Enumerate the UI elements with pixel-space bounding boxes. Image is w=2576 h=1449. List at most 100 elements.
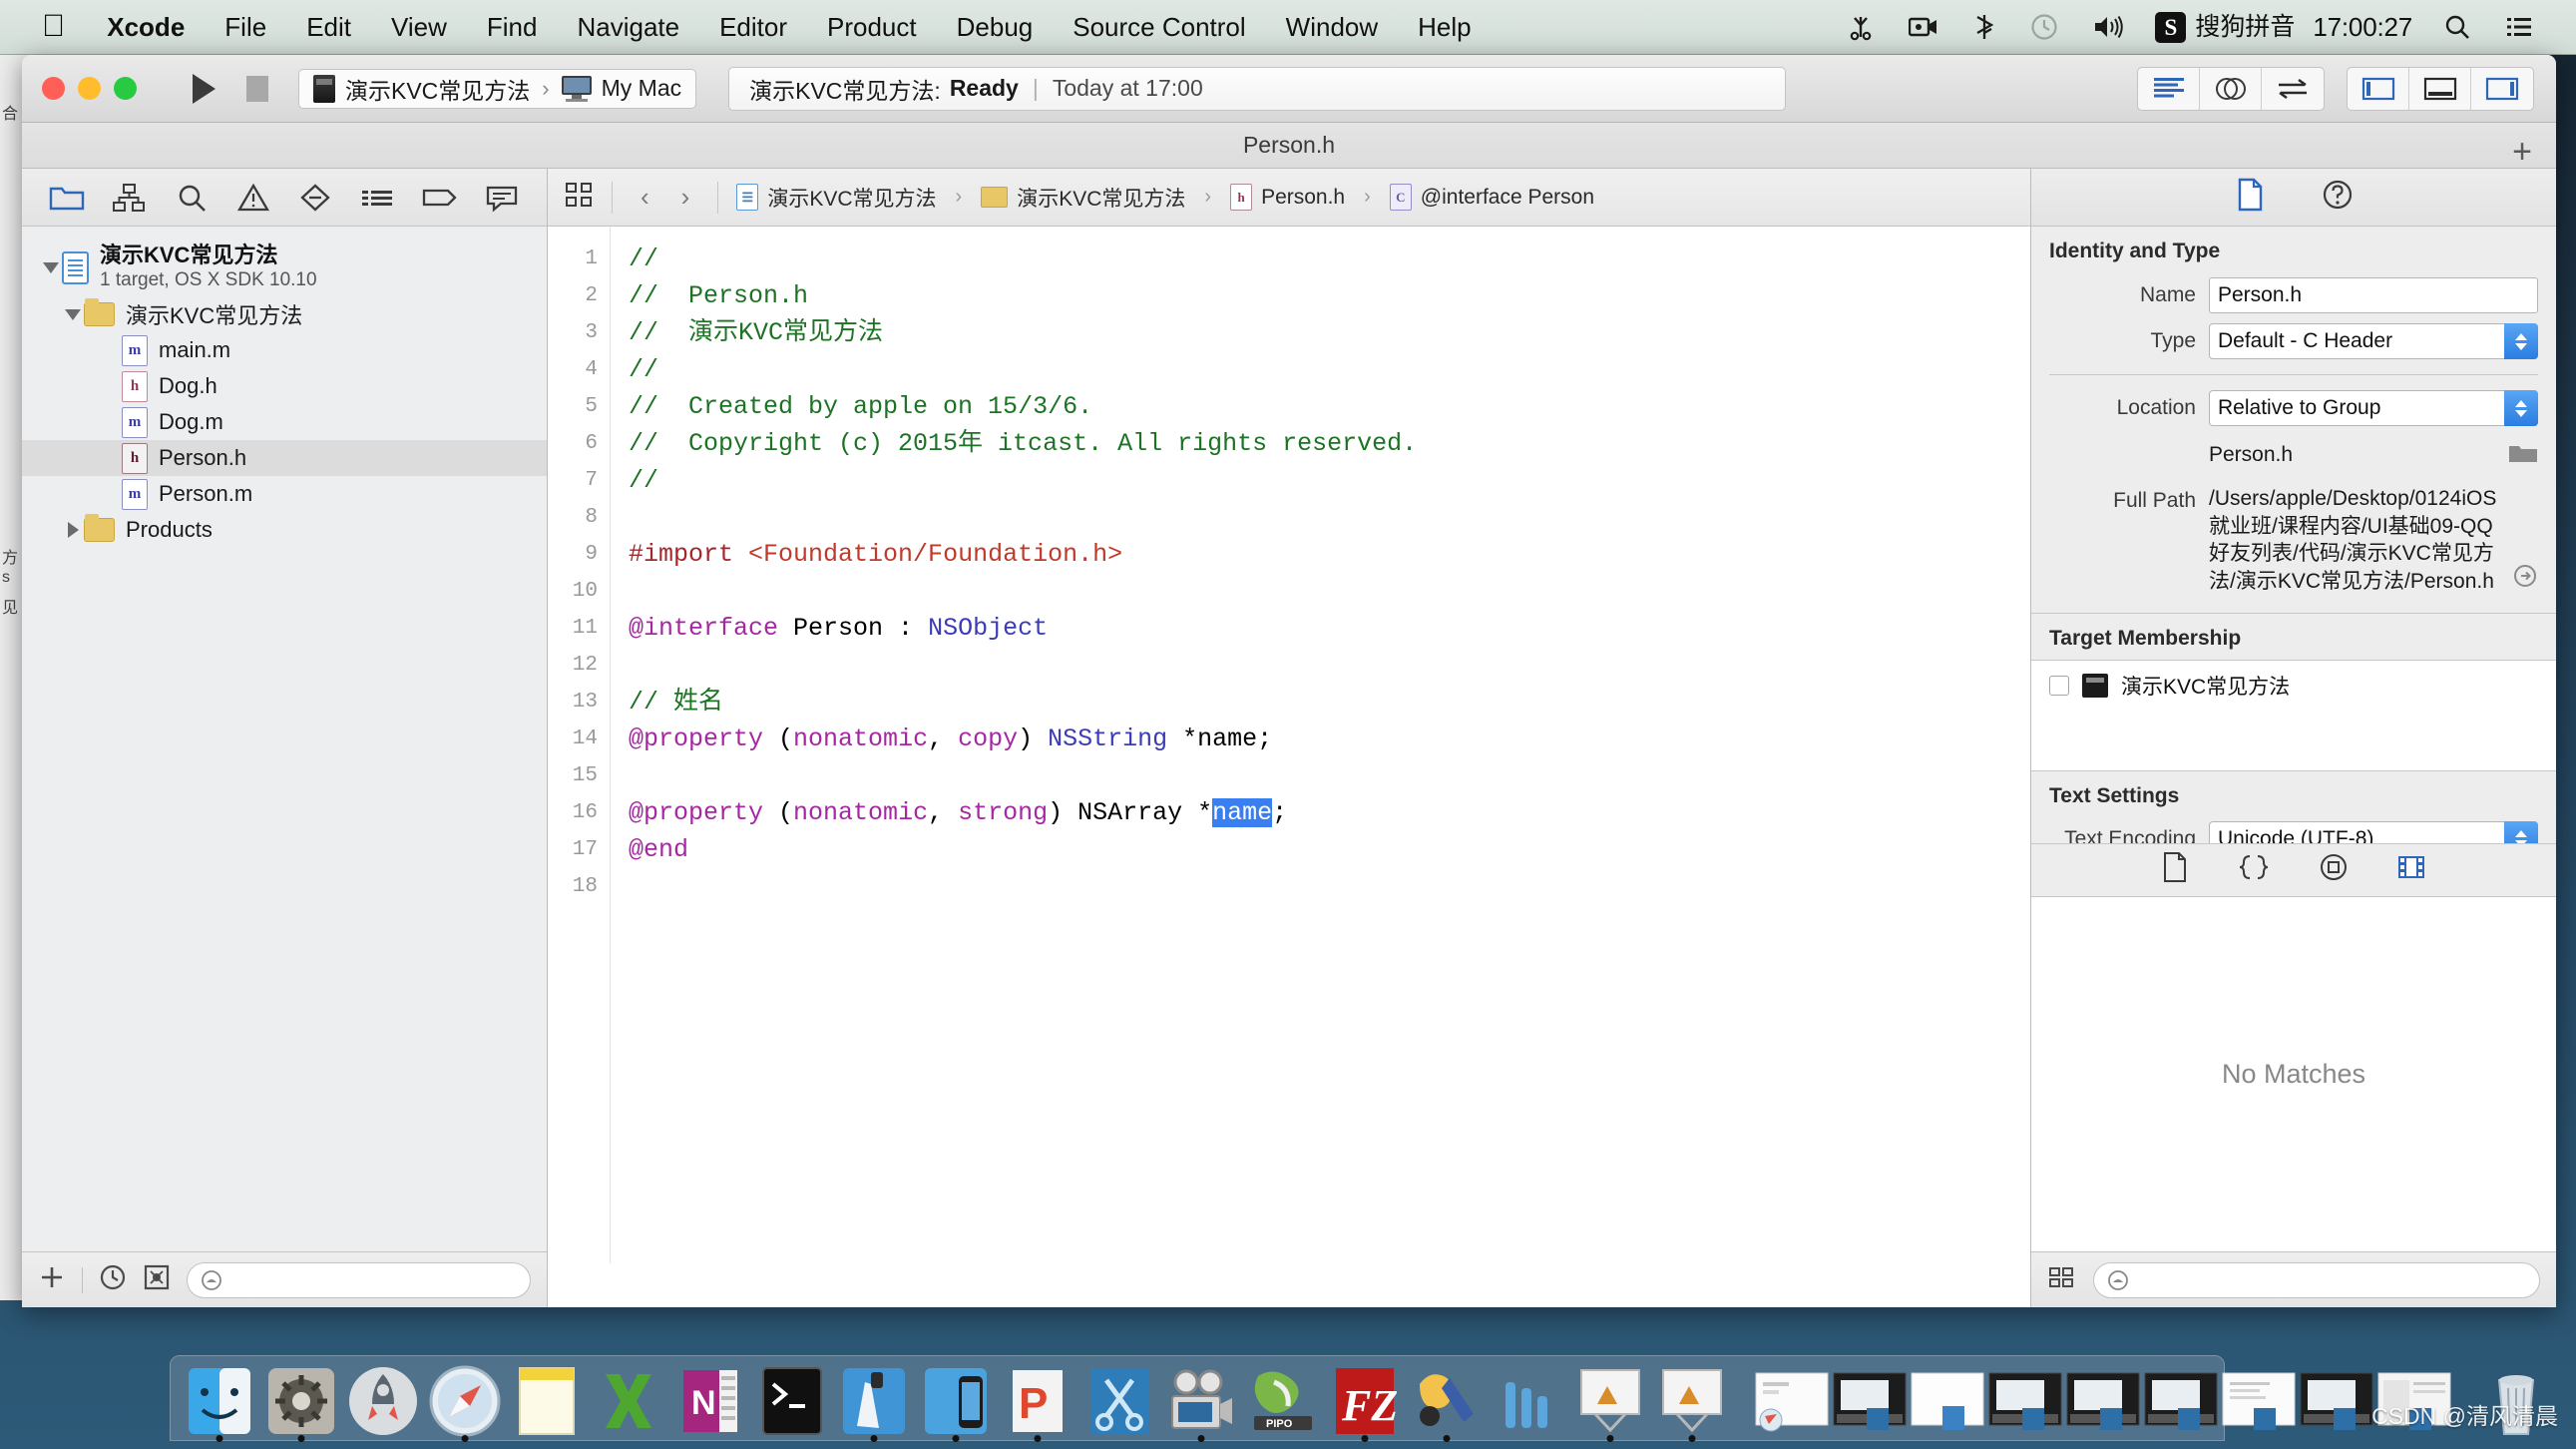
code-line[interactable] xyxy=(629,647,2030,684)
location-popup-button[interactable]: Relative to Group xyxy=(2209,390,2538,426)
bluetooth-icon[interactable] xyxy=(1955,13,2013,41)
breadcrumb-project[interactable]: ☰ 演示KVC常见方法 xyxy=(736,183,937,213)
target-membership-row[interactable]: 演示KVC常见方法 xyxy=(2049,671,2538,701)
menu-item-editor[interactable]: Editor xyxy=(699,0,807,55)
stop-button[interactable] xyxy=(230,67,284,111)
dock-item-ios-simulator[interactable] xyxy=(917,1362,995,1442)
notification-center-icon[interactable] xyxy=(2488,15,2550,39)
object-library-icon[interactable] xyxy=(2319,852,2349,887)
minimize-button[interactable] xyxy=(78,77,101,100)
code-line[interactable]: @property (nonatomic, strong) NSArray *n… xyxy=(629,794,2030,831)
debug-navigator-icon[interactable] xyxy=(353,178,401,218)
disclosure-triangle-project[interactable] xyxy=(40,261,62,273)
breadcrumb-file[interactable]: h Person.h xyxy=(1230,184,1345,211)
dock-item-keynote[interactable] xyxy=(1571,1362,1649,1442)
code-area[interactable]: 1 2 3 4 5 6 7 8 9 10 11 12 13 14 15 16 17 18 //// Person.… xyxy=(548,227,2030,1263)
name-field[interactable]: Person.h xyxy=(2209,277,2538,313)
dock-minimized-window-2[interactable] xyxy=(1833,1372,1907,1432)
scheme-name[interactable]: 演示KVC常见方法 xyxy=(345,72,530,106)
menu-item-debug[interactable]: Debug xyxy=(937,0,1054,55)
dock-minimized-window-3[interactable] xyxy=(1911,1372,1984,1432)
type-popup-button[interactable]: Default - C Header xyxy=(2209,323,2538,359)
source-code-text[interactable]: // // Person.h // 演示KVC常见方法 // // Created by… xyxy=(611,227,2030,1263)
file-template-library-icon[interactable] xyxy=(2161,851,2189,888)
disclosure-triangle-group[interactable] xyxy=(62,308,84,320)
disclosure-triangle-products[interactable] xyxy=(62,522,84,538)
spotlight-search-icon[interactable] xyxy=(2426,13,2488,41)
project-navigator-tree[interactable]: 演示KVC常见方法 1 target, OS X SDK 10.10 演示KVC… xyxy=(22,227,547,1251)
time-machine-icon[interactable] xyxy=(2013,13,2075,41)
code-line[interactable]: @interface Person : NSObject xyxy=(629,610,2030,647)
dock-minimized-window-8[interactable] xyxy=(2300,1372,2373,1432)
menu-item-view[interactable]: View xyxy=(371,0,467,55)
dock-item-microsoft-excel[interactable] xyxy=(590,1362,667,1440)
dock-item-stickies[interactable] xyxy=(508,1362,586,1440)
screen-recording-icon[interactable] xyxy=(1892,15,1955,39)
target-membership-list[interactable]: 演示KVC常见方法 xyxy=(2031,659,2556,771)
recent-files-icon[interactable] xyxy=(99,1263,127,1296)
breadcrumb-symbol[interactable]: C @interface Person xyxy=(1389,184,1594,211)
close-button[interactable] xyxy=(42,77,65,100)
menu-item-product[interactable]: Product xyxy=(807,0,937,55)
code-line[interactable] xyxy=(629,868,2030,905)
navigate-forward-button[interactable]: › xyxy=(671,182,700,213)
text-encoding-popup-button[interactable]: Unicode (UTF-8) xyxy=(2209,820,2538,843)
tree-row-file-person-m[interactable]: m Person.m xyxy=(22,476,547,512)
code-line[interactable]: // xyxy=(629,351,2030,388)
hide-navigator-icon[interactable] xyxy=(2348,67,2409,110)
code-line[interactable]: @property (nonatomic, copy) NSString *na… xyxy=(629,721,2030,757)
dock-item-movie-player[interactable] xyxy=(1162,1362,1240,1442)
dock-item-filezilla[interactable]: FZ xyxy=(1326,1362,1404,1442)
project-navigator-icon[interactable] xyxy=(43,178,91,218)
menu-item-navigate[interactable]: Navigate xyxy=(557,0,699,55)
dock-item-keynote-2[interactable] xyxy=(1653,1362,1731,1442)
bluetooth-scissors-icon[interactable] xyxy=(1830,13,1892,41)
stepper-icon[interactable] xyxy=(2504,390,2538,426)
stepper-icon[interactable] xyxy=(2504,323,2538,359)
tree-row-group[interactable]: 演示KVC常见方法 xyxy=(22,296,547,332)
menu-item-source-control[interactable]: Source Control xyxy=(1053,0,1265,55)
hide-debug-area-icon[interactable] xyxy=(2409,67,2471,110)
library-grid-icon[interactable] xyxy=(2047,1264,2075,1295)
hide-utilities-icon[interactable] xyxy=(2471,68,2533,110)
navigate-back-button[interactable]: ‹ xyxy=(631,182,659,213)
code-line[interactable]: #import <Foundation/Foundation.h> xyxy=(629,536,2030,573)
apple-logo-icon[interactable]:  xyxy=(42,10,87,41)
dock-item-snipaste[interactable] xyxy=(1080,1362,1158,1440)
code-line[interactable]: // 姓名 xyxy=(629,684,2030,721)
source-control-filter-icon[interactable] xyxy=(143,1263,171,1296)
navigator-filter-field[interactable] xyxy=(187,1261,531,1298)
dock-minimized-window-6[interactable] xyxy=(2144,1372,2218,1432)
breakpoint-navigator-icon[interactable] xyxy=(416,178,464,218)
inspector-filter-field[interactable] xyxy=(2093,1261,2540,1298)
code-line[interactable]: // Copyright (c) 2015年 itcast. All right… xyxy=(629,425,2030,462)
code-snippet-library-icon[interactable] xyxy=(2237,852,2271,887)
tree-row-products[interactable]: Products xyxy=(22,512,547,548)
code-line[interactable]: // Created by apple on 15/3/6. xyxy=(629,388,2030,425)
add-icon[interactable] xyxy=(38,1263,66,1296)
tree-row-file-dog-h[interactable]: h Dog.h xyxy=(22,368,547,404)
dock-item-xcode[interactable] xyxy=(835,1362,913,1442)
scheme-destination-control[interactable]: 演示KVC常见方法 › My Mac xyxy=(298,68,697,109)
file-inspector-icon[interactable] xyxy=(2234,178,2266,217)
menu-item-help[interactable]: Help xyxy=(1398,0,1491,55)
dock-item-launchpad[interactable] xyxy=(344,1362,422,1440)
code-line[interactable]: @end xyxy=(629,831,2030,868)
dock-item-itools[interactable] xyxy=(1490,1362,1567,1440)
sogou-ime-indicator[interactable]: S 搜狗拼音 xyxy=(2141,0,2303,55)
assistant-editor-icon[interactable] xyxy=(2200,67,2262,110)
menu-item-edit[interactable]: Edit xyxy=(286,0,371,55)
related-items-icon[interactable] xyxy=(564,181,594,214)
tree-row-file-dog-m[interactable]: m Dog.m xyxy=(22,404,547,440)
code-line[interactable]: // xyxy=(629,241,2030,277)
find-navigator-icon[interactable] xyxy=(168,178,215,218)
code-line[interactable] xyxy=(629,573,2030,610)
stepper-icon[interactable] xyxy=(2504,820,2538,843)
test-navigator-icon[interactable] xyxy=(291,178,339,218)
dock-minimized-window-1[interactable] xyxy=(1755,1372,1829,1432)
code-line[interactable]: // xyxy=(629,462,2030,499)
target-membership-checkbox[interactable] xyxy=(2049,675,2069,696)
menu-item-xcode[interactable]: Xcode xyxy=(87,0,205,55)
tree-row-file-main-m[interactable]: m main.m xyxy=(22,332,547,368)
tree-row-file-person-h[interactable]: h Person.h xyxy=(22,440,547,476)
